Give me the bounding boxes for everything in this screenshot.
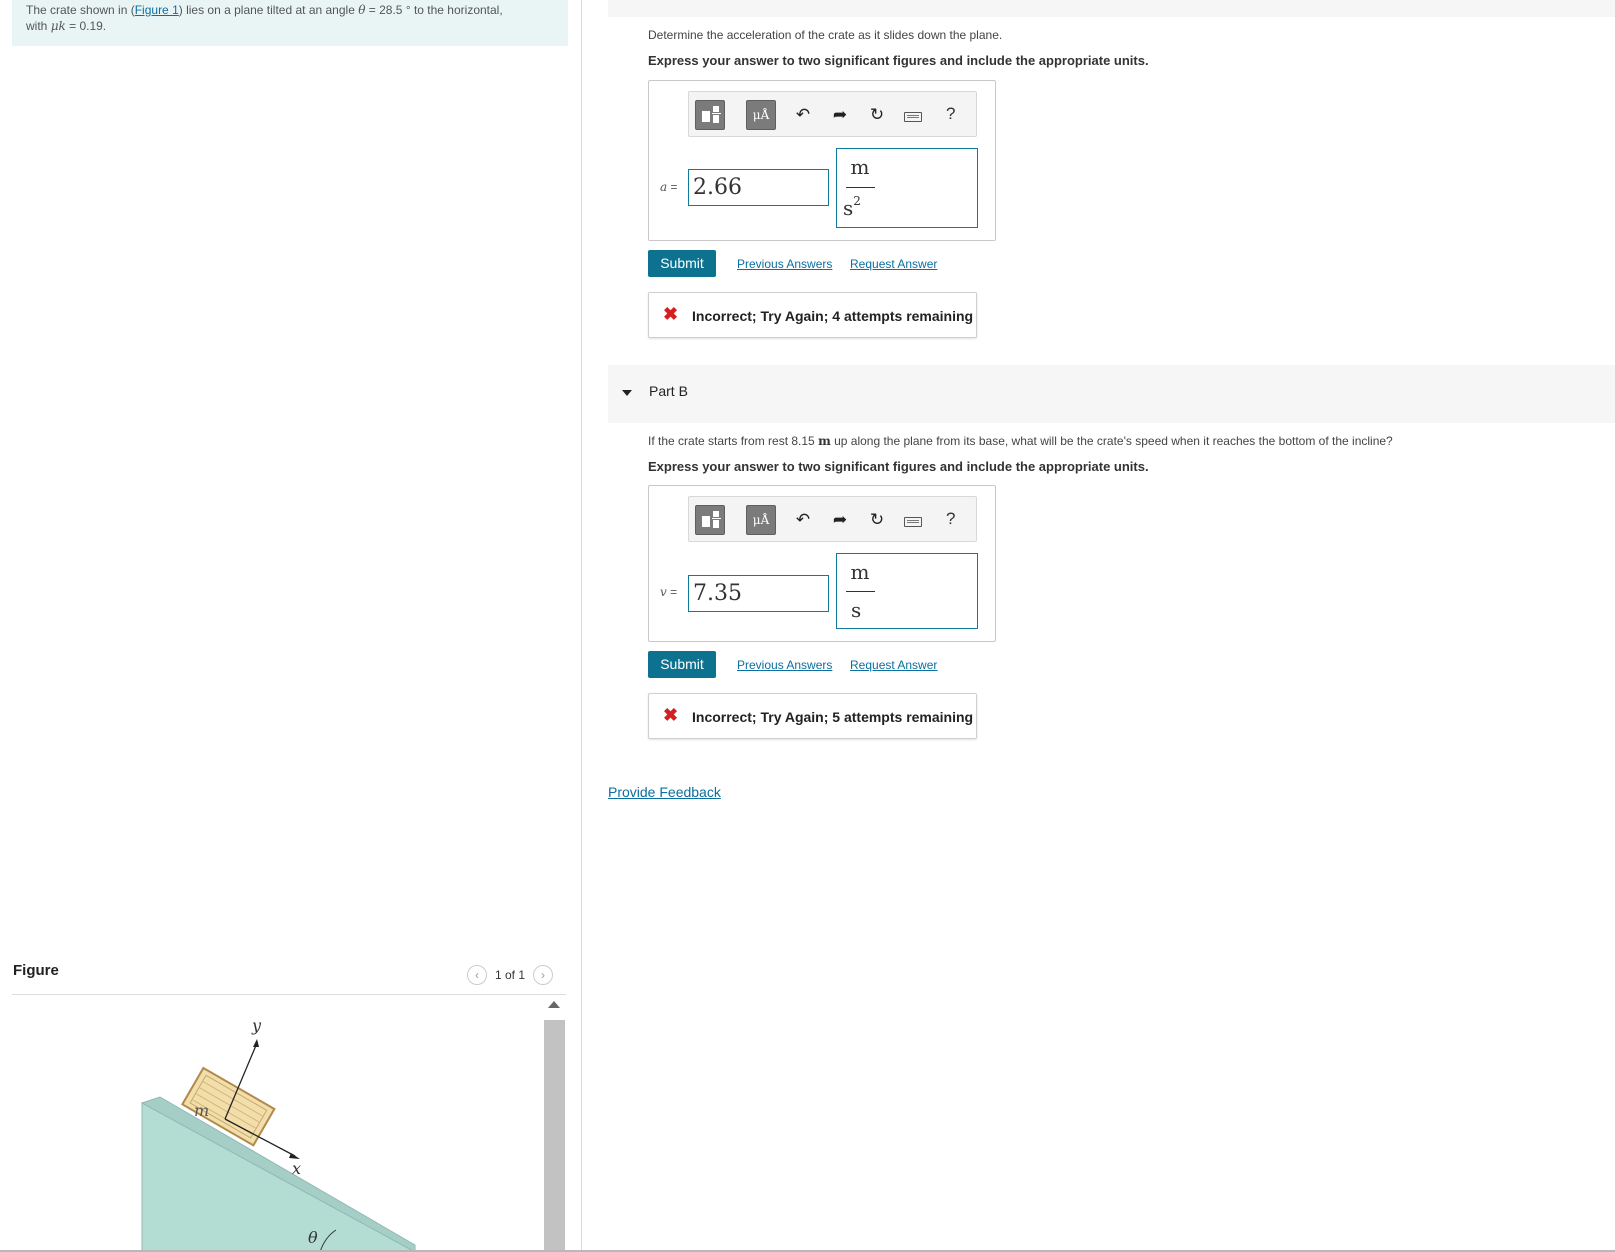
mu-symbol: μk [50, 19, 66, 33]
undo-icon[interactable]: ↶ [792, 104, 814, 126]
variable-v: v [660, 585, 667, 599]
x-label: x [292, 1159, 301, 1178]
redo-icon[interactable]: ➦ [829, 104, 851, 126]
reset-icon[interactable]: ↻ [866, 104, 888, 126]
part-b-question-unit: m [818, 434, 831, 448]
reset-icon[interactable]: ↻ [866, 509, 888, 531]
theta-value: = 28.5 ° to the horizontal, [365, 3, 503, 17]
mu-value: = 0.19. [65, 19, 107, 33]
scrollbar-thumb[interactable] [544, 1020, 565, 1252]
equals-sign: = [666, 585, 678, 599]
redo-icon[interactable]: ➦ [829, 509, 851, 531]
part-b-toolbar: μÅ ↶ ➦ ↻ ? [688, 496, 977, 542]
error-x-icon: ✖ [663, 705, 679, 725]
unit-denominator: s [851, 598, 862, 622]
part-b-question-start: If the crate starts from rest 8.15 [648, 434, 819, 448]
part-b-header[interactable]: Part B [608, 365, 1615, 423]
part-a-feedback-text: Incorrect; Try Again; 4 attempts remaini… [692, 308, 974, 324]
keyboard-icon[interactable] [904, 112, 922, 122]
part-a-answer-box: μÅ ↶ ➦ ↻ ? a = 2.66 m s2 [648, 80, 996, 241]
theta-label: θ [308, 1228, 318, 1247]
part-b-question-end: up along the plane from its base, what w… [830, 434, 1393, 448]
keyboard-icon[interactable] [904, 517, 922, 527]
fraction-template-icon[interactable] [695, 100, 725, 130]
help-icon[interactable]: ? [946, 104, 955, 124]
error-x-icon: ✖ [663, 304, 679, 324]
speed-units-input[interactable]: m s [836, 553, 978, 629]
speed-value-input[interactable]: 7.35 [688, 575, 829, 612]
fraction-bar [846, 187, 875, 188]
equals-sign: = [667, 180, 678, 194]
provide-feedback-link[interactable]: Provide Feedback [608, 784, 721, 800]
figure-divider [12, 994, 566, 995]
collapse-caret-icon[interactable] [622, 390, 632, 396]
part-b-request-answer-link[interactable]: Request Answer [850, 658, 937, 672]
part-a-submit-button[interactable]: Submit [648, 250, 716, 277]
acceleration-value-input[interactable]: 2.66 [688, 169, 829, 206]
mass-label: m [194, 1101, 209, 1120]
part-b-submit-button[interactable]: Submit [648, 651, 716, 678]
problem-text-2: ) lies on a plane tilted at an angle [178, 3, 359, 17]
chevron-left-icon[interactable]: ‹ [467, 965, 487, 985]
part-a-instruction: Express your answer to two significant f… [648, 53, 1149, 68]
part-a-previous-answers-link[interactable]: Previous Answers [737, 257, 832, 271]
unit-denominator: s2 [843, 194, 861, 220]
part-a-feedback: ✖ Incorrect; Try Again; 4 attempts remai… [648, 292, 977, 338]
part-a-toolbar: μÅ ↶ ➦ ↻ ? [688, 91, 977, 137]
figure-title: Figure [13, 962, 59, 979]
scroll-up-icon[interactable] [548, 1001, 560, 1008]
y-label: y [251, 1016, 262, 1035]
problem-statement: The crate shown in (Figure 1) lies on a … [12, 0, 568, 46]
help-icon[interactable]: ? [946, 509, 955, 529]
y-arrowhead [253, 1039, 259, 1047]
fraction-bar [846, 591, 875, 592]
unit-exponent: 2 [853, 194, 861, 208]
unit-numerator: m [850, 155, 870, 179]
acceleration-units-input[interactable]: m s2 [836, 148, 978, 228]
part-b-feedback-text: Incorrect; Try Again; 5 attempts remaini… [692, 709, 974, 725]
chevron-right-icon[interactable]: › [533, 965, 554, 985]
figure-navigation: ‹ 1 of 1 › [467, 965, 554, 985]
units-button[interactable]: μÅ [746, 505, 776, 535]
right-panel: Determine the acceleration of the crate … [582, 0, 1615, 1252]
part-a-request-answer-link[interactable]: Request Answer [850, 257, 937, 271]
fraction-template-icon[interactable] [695, 505, 725, 535]
part-b-question: If the crate starts from rest 8.15 m up … [648, 434, 1393, 448]
part-b-answer-box: μÅ ↶ ➦ ↻ ? v = 7.35 m s [648, 485, 996, 642]
part-a-header [608, 0, 1615, 17]
part-b-title: Part B [649, 383, 688, 399]
figure-counter: 1 of 1 [495, 968, 526, 982]
part-b-instruction: Express your answer to two significant f… [648, 459, 1149, 474]
problem-text-1: The crate shown in ( [26, 3, 135, 17]
unit-numerator: m [850, 560, 870, 584]
left-panel: The crate shown in (Figure 1) lies on a … [0, 0, 580, 1252]
variable-a-label: a = [660, 180, 678, 194]
part-b-previous-answers-link[interactable]: Previous Answers [737, 658, 832, 672]
units-button[interactable]: μÅ [746, 100, 776, 130]
part-b-feedback: ✖ Incorrect; Try Again; 5 attempts remai… [648, 693, 977, 739]
incline-figure: y x m θ [140, 1016, 416, 1252]
unit-denominator-base: s [843, 196, 854, 220]
problem-text-3: with [26, 19, 51, 33]
variable-v-label: v = [660, 585, 677, 599]
figure-link[interactable]: Figure 1 [135, 3, 179, 17]
part-a-question: Determine the acceleration of the crate … [648, 28, 1003, 42]
undo-icon[interactable]: ↶ [792, 509, 814, 531]
